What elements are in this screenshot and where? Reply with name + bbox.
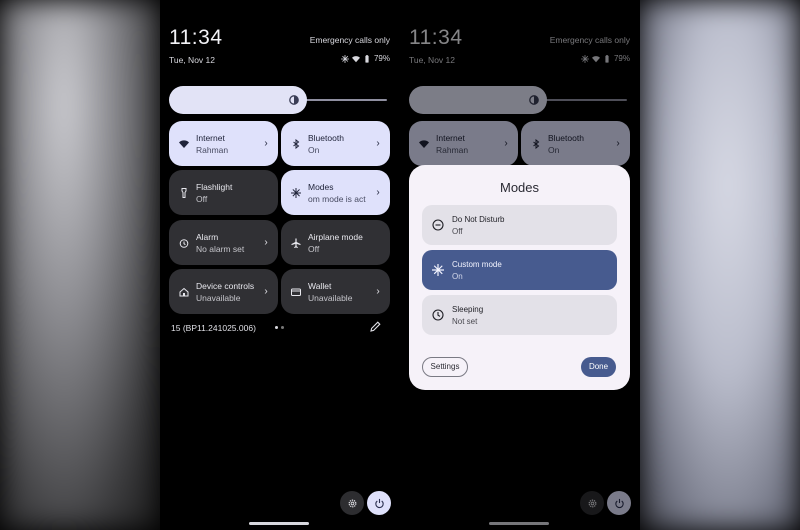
tile-alarm[interactable]: Alarm No alarm set › — [169, 220, 278, 265]
mode-sleeping[interactable]: Sleeping Not set — [422, 295, 617, 335]
snowflake-icon — [432, 264, 444, 276]
tile-wallet[interactable]: Wallet Unavailable › — [281, 269, 390, 314]
alarm-icon — [179, 238, 189, 248]
mode-state: On — [452, 271, 463, 281]
clock[interactable]: 11:34 — [169, 26, 223, 50]
brightness-fill[interactable] — [169, 86, 307, 114]
wifi-icon — [351, 55, 360, 62]
tile-subtitle: Off — [196, 193, 208, 204]
done-button[interactable]: Done — [581, 357, 616, 377]
chevron-right-icon: › — [264, 237, 268, 248]
page-dot — [281, 326, 284, 329]
chevron-right-icon: › — [264, 138, 268, 149]
mode-custom-mode[interactable]: Custom mode On — [422, 250, 617, 290]
tile-title: Wallet — [308, 280, 332, 291]
mode-do-not-disturb[interactable]: Do Not Disturb Off — [422, 205, 617, 245]
page-indicator — [275, 326, 284, 329]
brightness-slider[interactable] — [169, 86, 389, 114]
status-icons: 79% — [340, 54, 390, 63]
tile-title: Device controls — [196, 280, 255, 291]
background-blur-right — [640, 0, 800, 530]
tile-internet[interactable]: Internet Rahman › — [169, 121, 278, 166]
brightness-icon — [289, 95, 299, 105]
quick-settings-screen: 11:34 Tue, Nov 12 Emergency calls only 7… — [160, 0, 400, 530]
tile-title: Modes — [308, 181, 334, 192]
dnd-icon — [432, 219, 444, 231]
tile-subtitle: On — [308, 144, 320, 155]
power-icon — [374, 498, 384, 508]
home-indicator[interactable] — [249, 522, 309, 525]
chevron-right-icon: › — [376, 286, 380, 297]
dialog-title: Modes — [499, 180, 540, 195]
modes-dialog: Modes Do Not Disturb Off Custom mode On Sl… — [409, 165, 630, 390]
battery-icon — [365, 54, 369, 63]
tile-subtitle: Off — [308, 243, 320, 254]
mode-name: Sleeping — [452, 304, 484, 314]
mode-state: Off — [452, 226, 463, 236]
tile-title: Airplane mode — [308, 231, 363, 242]
clock-icon — [432, 309, 444, 321]
gear-icon — [348, 499, 356, 507]
tile-bluetooth[interactable]: Bluetooth On › — [281, 121, 390, 166]
build-number[interactable]: 15 (BP11.241025.006) — [171, 323, 256, 333]
flashlight-icon — [179, 187, 189, 198]
battery-percent: 79% — [373, 54, 390, 63]
tile-modes[interactable]: Modes om mode is act › — [281, 170, 390, 215]
pencil-icon[interactable] — [370, 321, 381, 332]
settings-button[interactable]: Settings — [422, 357, 468, 377]
chevron-right-icon: › — [376, 187, 380, 198]
tile-title: Alarm — [196, 231, 219, 242]
wifi-icon — [179, 139, 189, 149]
snowflake-icon — [291, 187, 301, 198]
date[interactable]: Tue, Nov 12 — [169, 55, 215, 65]
tile-title: Internet — [196, 132, 225, 143]
mode-state: Not set — [452, 316, 478, 326]
carrier-status: Emergency calls only — [309, 35, 390, 45]
mode-name: Do Not Disturb — [452, 214, 505, 224]
power-button[interactable] — [367, 491, 391, 515]
tile-subtitle: No alarm set — [196, 243, 245, 254]
bluetooth-icon — [291, 138, 301, 149]
chevron-right-icon: › — [376, 138, 380, 149]
tile-title: Bluetooth — [308, 132, 344, 143]
tile-airplane-mode[interactable]: Airplane mode Off — [281, 220, 390, 265]
airplane-icon — [291, 238, 301, 248]
tile-title: Flashlight — [196, 181, 233, 192]
chevron-right-icon: › — [264, 286, 268, 297]
tile-subtitle: om mode is act — [308, 193, 366, 204]
modes-dialog-screen: 11:34 Tue, Nov 12 Emergency calls only 7… — [400, 0, 640, 530]
page-dot-active — [275, 326, 278, 329]
tile-subtitle: Unavailable — [308, 292, 353, 303]
tile-subtitle: Rahman — [196, 144, 229, 155]
background-blur-left — [0, 0, 160, 530]
mode-name: Custom mode — [452, 259, 502, 269]
tile-subtitle: Unavailable — [196, 292, 241, 303]
snowflake-icon — [340, 54, 349, 63]
wallet-icon — [291, 287, 301, 297]
settings-button[interactable] — [340, 491, 364, 515]
home-icon — [179, 287, 189, 297]
tile-flashlight[interactable]: Flashlight Off — [169, 170, 278, 215]
tile-device-controls[interactable]: Device controls Unavailable › — [169, 269, 278, 314]
